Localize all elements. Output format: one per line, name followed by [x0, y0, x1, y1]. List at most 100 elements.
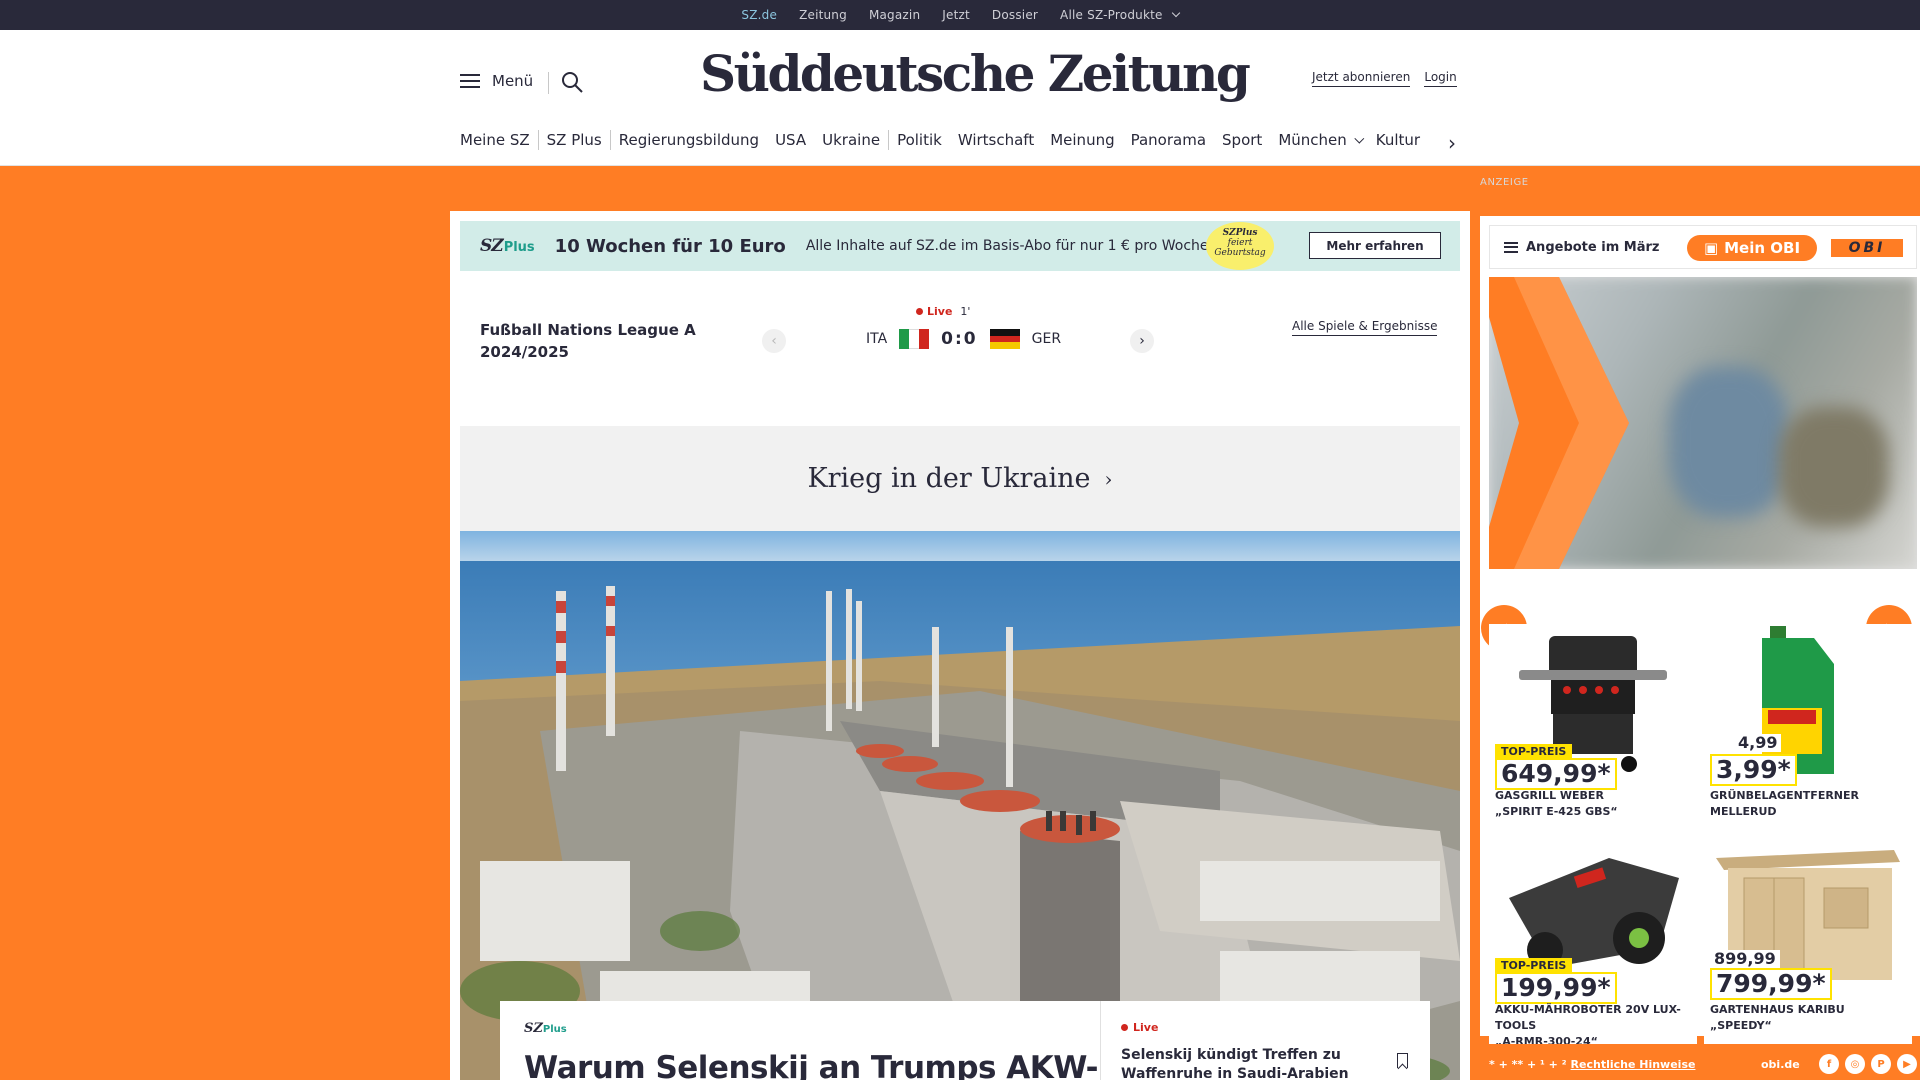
nav-item-ukraine[interactable]: Ukraine — [814, 130, 890, 150]
product-card-maehroboter[interactable]: TOP-PREIS 199,99* Akku-Mähroboter 20V LU… — [1489, 838, 1697, 1044]
site-logo[interactable]: Süddeutsche Zeitung — [700, 44, 1251, 103]
instagram-icon[interactable]: ◎ — [1845, 1054, 1865, 1074]
nav-item-regierungsbildung[interactable]: Regierungsbildung — [611, 130, 767, 150]
product-name-line: „A-RMR-300-24“ — [1495, 1035, 1598, 1044]
product-name-line: Grünbelagentferner — [1710, 789, 1859, 802]
nav-item-sport[interactable]: Sport — [1214, 130, 1270, 150]
orange-chevron-graphic — [1489, 277, 1629, 569]
product-price: 199,99* — [1495, 972, 1617, 1004]
nav-item-wirtschaft[interactable]: Wirtschaft — [950, 130, 1042, 150]
topbar-item-alle-produkte[interactable]: Alle SZ-Produkte — [1060, 8, 1180, 22]
mehr-erfahren-button[interactable]: Mehr erfahren — [1309, 232, 1441, 259]
hamburger-icon — [460, 74, 480, 88]
product-price: 799,99* — [1710, 968, 1832, 1000]
ad-top-bar: Angebote im März ▣ Mein OBI OBI — [1489, 225, 1917, 269]
nav-item-kultur[interactable]: Kultur — [1368, 130, 1428, 150]
live-dot-icon — [1121, 1024, 1128, 1031]
facebook-icon[interactable]: f — [1819, 1054, 1839, 1074]
hamburger-icon[interactable] — [1504, 241, 1518, 253]
obi-advertisement[interactable]: Angebote im März ▣Mein OBI OBI ‹ › TOP-P… — [1480, 216, 1920, 1080]
away-team: GER — [1031, 331, 1062, 347]
topbar-item-magazin[interactable]: Magazin — [869, 8, 920, 22]
chevron-right-icon[interactable]: › — [1130, 329, 1154, 353]
hero-headline-card[interactable]: SZPlus Warum Selenskij an Trumps AKW- — [500, 1001, 1100, 1080]
product-name: Grünbelagentferner Mellerud — [1710, 788, 1908, 820]
topbar-item-dossier[interactable]: Dossier — [992, 8, 1038, 22]
product-card-gasgrill[interactable]: TOP-PREIS 649,99* Gasgrill Weber „Spirit … — [1489, 624, 1697, 830]
site-header: Menü Süddeutsche Zeitung Jetzt abonniere… — [0, 30, 1920, 166]
scoreboard-widget: Fußball Nations League A 2024/2025 ‹ Liv… — [460, 271, 1460, 421]
live-ticker-card[interactable]: Live Selenskij kündigt Treffen zu Waffen… — [1100, 1001, 1430, 1080]
hero-teaser[interactable]: SZPlus Warum Selenskij an Trumps AKW- Li… — [460, 531, 1460, 1080]
top-price-badge: TOP-PREIS — [1495, 958, 1573, 973]
score-value: 0:0 — [941, 329, 978, 349]
topbar-item-alle-produkte-label: Alle SZ-Produkte — [1060, 8, 1163, 22]
top-bar: SZ.de Zeitung Magazin Jetzt Dossier Alle… — [0, 0, 1920, 30]
main-navigation: Meine SZ SZ Plus Regierungsbildung USA U… — [460, 130, 1428, 150]
nav-item-muenchen[interactable]: München — [1270, 130, 1367, 150]
product-old-price: 4,99 — [1734, 734, 1782, 752]
live-label: Live — [927, 305, 953, 318]
social-icons: f ◎ P ▶ — [1819, 1054, 1917, 1074]
nav-item-meinung[interactable]: Meinung — [1042, 130, 1122, 150]
legal-notice-link[interactable]: Rechtliche Hinweise — [1571, 1058, 1696, 1071]
chevron-left-icon[interactable]: ‹ — [762, 329, 786, 353]
promo-title: 10 Wochen für 10 Euro — [554, 235, 786, 257]
product-name-line: Mellerud — [1710, 805, 1777, 818]
all-games-link[interactable]: Alle Spiele & Ergebnisse — [1292, 319, 1438, 336]
product-name: Gartenhaus Karibu „Speedy“ — [1710, 1002, 1908, 1034]
chevron-down-icon — [1171, 8, 1180, 18]
nav-item-politik[interactable]: Politik — [889, 130, 950, 150]
subscribe-link[interactable]: Jetzt abonnieren — [1312, 70, 1411, 87]
birthday-line: feiert — [1227, 238, 1253, 248]
youtube-icon[interactable]: ▶ — [1897, 1054, 1917, 1074]
birthday-line: SZPlus — [1222, 228, 1258, 238]
nav-item-usa[interactable]: USA — [767, 130, 814, 150]
live-indicator: Live — [1121, 1021, 1410, 1034]
menu-label: Menü — [492, 72, 534, 90]
hero-headline: Warum Selenskij an Trumps AKW- — [524, 1050, 1098, 1080]
promo-text: Alle Inhalte auf SZ.de im Basis-Abo für … — [805, 238, 1213, 254]
nav-scroll-right-icon[interactable]: › — [1448, 131, 1456, 155]
main-content: SZPlus 10 Wochen für 10 Euro Alle Inhalt… — [450, 211, 1470, 1080]
home-team: ITA — [866, 331, 888, 347]
topbar-item-jetzt[interactable]: Jetzt — [942, 8, 970, 22]
league-title[interactable]: Fußball Nations League A 2024/2025 — [480, 319, 700, 363]
ad-hero-image[interactable] — [1489, 277, 1917, 569]
nav-item-sz-plus[interactable]: SZ Plus — [539, 130, 611, 150]
ukraine-topic-banner[interactable]: Krieg in der Ukraine › — [460, 426, 1460, 531]
menu-button[interactable]: Menü — [460, 72, 533, 90]
obi-domain-link[interactable]: obi.de — [1761, 1058, 1800, 1071]
product-name-line: Gasgrill Weber — [1495, 789, 1604, 802]
obi-logo[interactable]: OBI — [1831, 239, 1903, 257]
ad-label: ANZEIGE — [1480, 177, 1529, 188]
login-link[interactable]: Login — [1424, 70, 1457, 87]
bookmark-icon[interactable] — [1397, 1053, 1408, 1068]
ad-menu-label[interactable]: Angebote im März — [1526, 240, 1659, 255]
product-card-gartenhaus[interactable]: 899,99 799,99* Gartenhaus Karibu „Speedy… — [1704, 838, 1912, 1044]
sz-plus-promo-banner[interactable]: SZPlus 10 Wochen für 10 Euro Alle Inhalt… — [460, 221, 1460, 271]
sz-plus-logo: SZPlus — [480, 236, 535, 256]
mein-obi-label: Mein OBI — [1724, 239, 1801, 257]
store-icon: ▣ — [1703, 239, 1719, 257]
topbar-item-zeitung[interactable]: Zeitung — [799, 8, 847, 22]
match-row[interactable]: ITA 0:0 GER — [866, 329, 1062, 350]
divider — [548, 72, 549, 94]
topic-title: Krieg in der Ukraine — [807, 463, 1091, 494]
birthday-line: Geburtstag — [1214, 248, 1266, 258]
header-links: Jetzt abonnieren Login — [1312, 70, 1457, 87]
pinterest-icon[interactable]: P — [1871, 1054, 1891, 1074]
product-name: Akku-Mähroboter 20V LUX-TOOLS „A-RMR-300-… — [1495, 1002, 1693, 1044]
live-indicator: Live 1' — [916, 305, 970, 318]
live-ticker-title: Selenskij kündigt Treffen zu Waffenruhe … — [1121, 1047, 1349, 1080]
topbar-item-sz-de[interactable]: SZ.de — [741, 8, 777, 27]
nav-item-panorama[interactable]: Panorama — [1123, 130, 1214, 150]
product-card-gruenbelagentferner[interactable]: 4,99 3,99* Grünbelagentferner Mellerud — [1704, 624, 1912, 830]
search-icon[interactable] — [560, 70, 584, 94]
sz-plus-logo: SZPlus — [524, 1021, 567, 1036]
mein-obi-button[interactable]: ▣ Mein OBI — [1687, 235, 1817, 261]
product-name-line: Akku-Mähroboter 20V LUX-TOOLS — [1495, 1003, 1681, 1032]
live-dot-icon — [916, 308, 923, 315]
nav-item-meine-sz[interactable]: Meine SZ — [460, 130, 539, 150]
top-price-badge: TOP-PREIS — [1495, 744, 1573, 759]
